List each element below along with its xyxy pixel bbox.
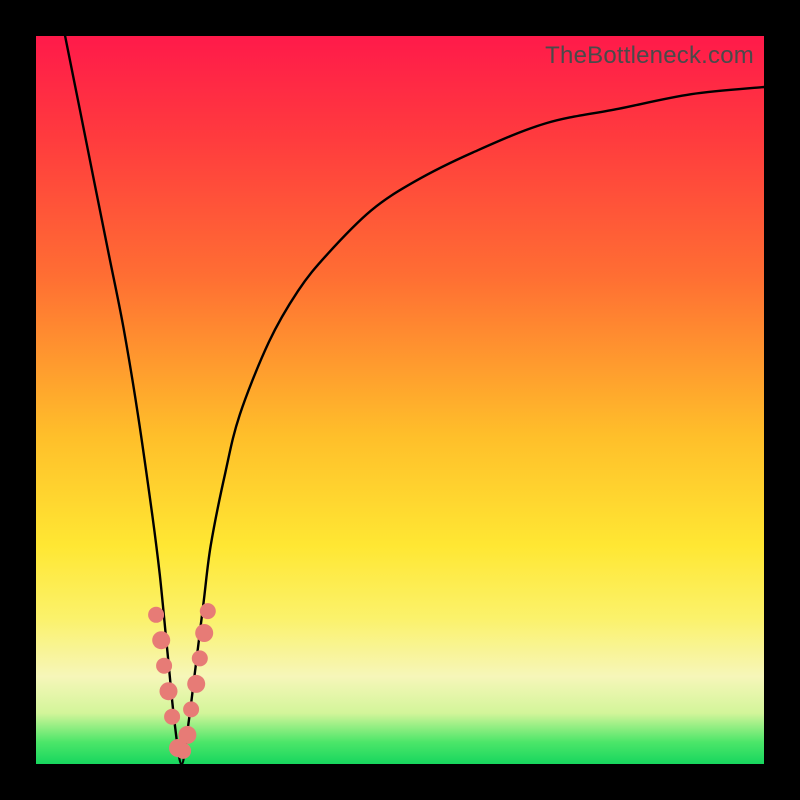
marker-point <box>152 631 170 649</box>
bottleneck-curve <box>65 36 764 764</box>
plot-area: TheBottleneck.com <box>36 36 764 764</box>
marker-point <box>164 709 180 725</box>
marker-point <box>195 624 213 642</box>
marker-point <box>192 650 208 666</box>
marker-point <box>156 658 172 674</box>
marker-point <box>148 607 164 623</box>
marker-point <box>200 603 216 619</box>
marker-point <box>187 675 205 693</box>
curve-layer <box>36 36 764 764</box>
marker-point <box>160 682 178 700</box>
curve-markers <box>148 603 216 759</box>
marker-point <box>178 726 196 744</box>
marker-point <box>175 743 191 759</box>
marker-point <box>183 701 199 717</box>
chart-frame: TheBottleneck.com <box>0 0 800 800</box>
